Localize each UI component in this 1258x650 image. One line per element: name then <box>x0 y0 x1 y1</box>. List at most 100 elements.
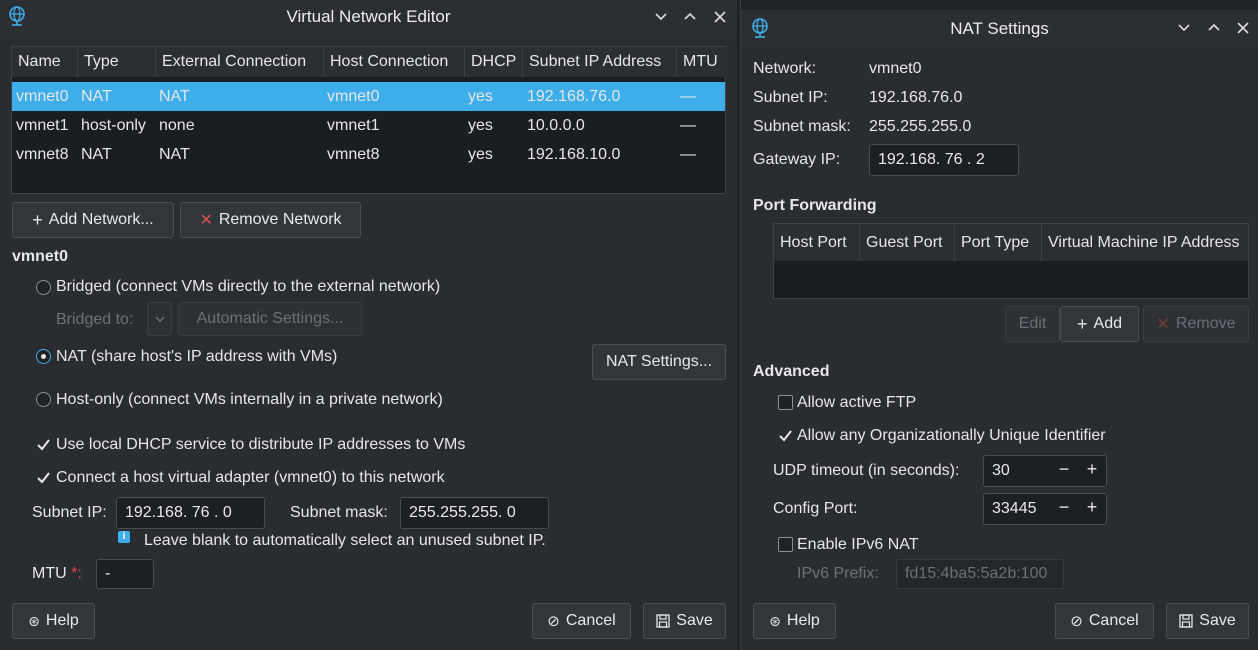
network-value: vmnet0 <box>869 60 922 77</box>
plus-icon: + <box>32 209 43 230</box>
nat-radio[interactable] <box>36 349 51 364</box>
add-label: Add <box>1093 315 1122 332</box>
plus-icon[interactable]: + <box>1081 459 1103 480</box>
bridged-radio[interactable] <box>36 280 51 295</box>
help-icon: ⊛ <box>28 612 40 629</box>
subnet-mask-label: Subnet mask: <box>290 504 388 521</box>
allow-ftp-label: Allow active FTP <box>797 394 917 411</box>
host-only-radio[interactable] <box>36 392 51 407</box>
host-adapter-label: Connect a host virtual adapter (vmnet0) … <box>56 469 445 486</box>
section-title: vmnet0 <box>12 248 69 265</box>
plus-icon: + <box>1077 313 1088 334</box>
add-network-button[interactable]: + Add Network... <box>12 202 174 238</box>
advanced-title: Advanced <box>753 363 830 380</box>
help-label: Help <box>786 612 820 629</box>
dhcp-checkbox[interactable] <box>36 437 51 452</box>
virtual-network-editor-window: Virtual Network Editor Name Type Externa… <box>0 0 737 650</box>
column-header-port-type[interactable]: Port Type <box>955 224 1042 261</box>
maximize-icon[interactable] <box>679 6 701 28</box>
cancel-icon: ⊘ <box>547 613 560 630</box>
subnet-mask-input[interactable]: 255.255.255. 0 <box>400 497 549 529</box>
save-button[interactable]: Save <box>1166 603 1249 639</box>
save-button[interactable]: Save <box>643 603 726 639</box>
table-cell: yes <box>468 88 493 105</box>
column-header-vm-ip[interactable]: Virtual Machine IP Address <box>1042 224 1248 261</box>
allow-oui-label: Allow any Organizationally Unique Identi… <box>797 427 1106 444</box>
table-cell: yes <box>468 146 493 163</box>
edit-button[interactable]: Edit <box>1005 306 1060 342</box>
close-icon[interactable] <box>709 6 731 28</box>
titlebar: Virtual Network Editor <box>0 0 737 34</box>
mtu-label-text: MTU <box>32 565 67 582</box>
nat-settings-button[interactable]: NAT Settings... <box>592 344 726 380</box>
table-cell: vmnet8 <box>327 146 380 163</box>
save-disk-icon <box>656 614 670 628</box>
column-header-host-connection[interactable]: Host Connection <box>324 47 465 77</box>
gateway-input[interactable]: 192.168. 76 . 2 <box>869 144 1019 176</box>
subnet-mask-value: 255.255.255.0 <box>869 118 972 135</box>
table-cell[interactable]: vmnet8 <box>16 140 68 169</box>
column-header-host-port[interactable]: Host Port <box>774 224 860 261</box>
bridged-to-label: Bridged to: <box>56 311 134 328</box>
table-cell: NAT <box>81 88 112 105</box>
udp-timeout-label: UDP timeout (in seconds): <box>773 462 960 479</box>
nat-label: NAT (share host's IP address with VMs) <box>56 348 338 365</box>
ipv6-prefix-input[interactable]: fd15:4ba5:5a2b:100 <box>896 559 1064 589</box>
minus-icon[interactable]: − <box>1053 459 1075 480</box>
cancel-button[interactable]: ⊘ Cancel <box>1055 603 1154 639</box>
automatic-settings-button[interactable]: Automatic Settings... <box>178 302 362 336</box>
cancel-label: Cancel <box>1088 612 1139 629</box>
column-header-guest-port[interactable]: Guest Port <box>860 224 955 261</box>
table-cell: NAT <box>159 88 190 105</box>
subnet-ip-value: 192.168.76.0 <box>869 89 963 106</box>
network-table: Name Type External Connection Host Conne… <box>11 46 727 194</box>
help-button[interactable]: ⊛ Help <box>753 603 836 639</box>
maximize-icon[interactable] <box>1203 17 1225 39</box>
port-forwarding-table: Host Port Guest Port Port Type Virtual M… <box>773 223 1249 299</box>
column-header-dhcp[interactable]: DHCP <box>465 47 523 77</box>
allow-oui-checkbox[interactable] <box>778 428 793 443</box>
remove-button[interactable]: ✕ Remove <box>1143 306 1249 342</box>
table-cell: host-only <box>81 117 146 134</box>
table-cell: — <box>680 146 696 163</box>
column-header-name[interactable]: Name <box>12 47 78 77</box>
required-marker: *: <box>71 565 82 582</box>
bridged-to-select[interactable] <box>147 302 172 336</box>
remove-network-label: Remove Network <box>218 211 342 228</box>
allow-ftp-checkbox[interactable] <box>778 395 793 410</box>
minus-icon[interactable]: − <box>1053 497 1075 518</box>
cancel-button[interactable]: ⊘ Cancel <box>532 603 631 639</box>
column-header-external-connection[interactable]: External Connection <box>156 47 324 77</box>
help-button[interactable]: ⊛ Help <box>12 603 95 639</box>
column-header-subnet-ip[interactable]: Subnet IP Address <box>523 47 677 77</box>
table-cell: yes <box>468 117 493 134</box>
remove-label: Remove <box>1175 315 1236 332</box>
table-cell: NAT <box>159 146 190 163</box>
remove-x-icon: ✕ <box>1156 316 1170 333</box>
table-cell: — <box>680 117 696 134</box>
minimize-icon[interactable] <box>1173 17 1195 39</box>
subnet-ip-input[interactable]: 192.168. 76 . 0 <box>116 497 265 529</box>
plus-icon[interactable]: + <box>1081 497 1103 518</box>
minimize-icon[interactable] <box>650 6 672 28</box>
close-icon[interactable] <box>1232 17 1254 39</box>
remove-network-button[interactable]: ✕ Remove Network <box>180 202 361 238</box>
ipv6-nat-checkbox[interactable] <box>778 537 793 552</box>
column-header-mtu[interactable]: MTU <box>677 47 727 77</box>
table-cell: 10.0.0.0 <box>527 117 585 134</box>
help-label: Help <box>45 612 79 629</box>
gateway-label: Gateway IP: <box>753 151 841 168</box>
host-adapter-checkbox[interactable] <box>36 470 51 485</box>
checkmark-icon <box>37 472 50 484</box>
cancel-label: Cancel <box>565 612 616 629</box>
table-cell: vmnet1 <box>327 117 380 134</box>
table-cell: vmnet0 <box>16 88 69 105</box>
info-icon: i <box>118 531 130 543</box>
add-button[interactable]: + Add <box>1060 306 1139 342</box>
ipv6-nat-label: Enable IPv6 NAT <box>797 536 919 553</box>
column-header-type[interactable]: Type <box>78 47 156 77</box>
titlebar: NAT Settings <box>741 10 1258 46</box>
table-cell[interactable]: vmnet1 <box>16 111 68 140</box>
network-label: Network: <box>753 60 817 77</box>
mtu-input[interactable]: - <box>96 559 154 589</box>
